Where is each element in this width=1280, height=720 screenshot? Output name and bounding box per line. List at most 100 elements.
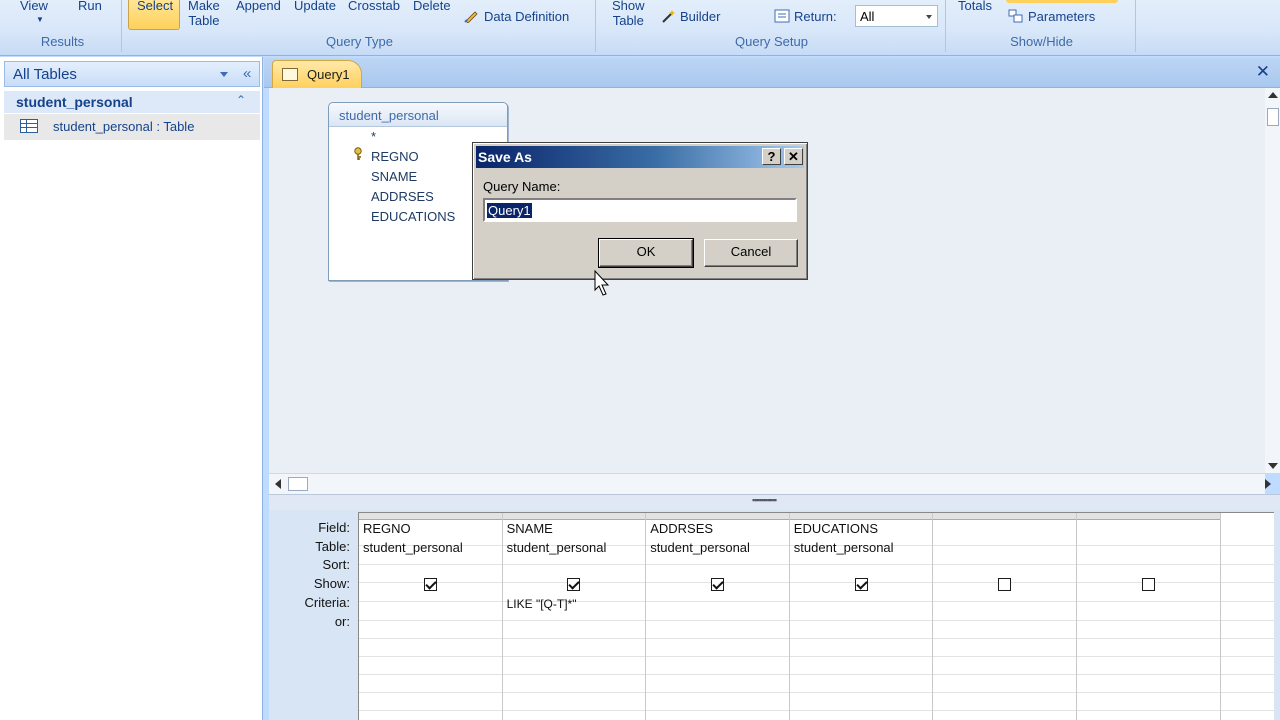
append-button[interactable]: Append xyxy=(236,0,281,13)
show-checkbox[interactable] xyxy=(998,578,1012,591)
show-checkbox[interactable] xyxy=(711,578,724,591)
query-design-grid[interactable]: REGNO student_personal SNAME student_person… xyxy=(358,512,1274,720)
parameters-label: Parameters xyxy=(1028,9,1096,24)
field-item-regno[interactable]: REGNO xyxy=(371,149,419,164)
return-select[interactable]: All xyxy=(855,5,938,27)
show-checkbox[interactable] xyxy=(567,578,581,591)
row-label-field: Field: xyxy=(318,520,350,535)
row-label-or: or: xyxy=(334,614,350,629)
table-cell[interactable]: student_personal xyxy=(650,540,750,555)
run-button[interactable]: Run xyxy=(78,0,102,13)
criteria-cell[interactable]: LIKE "[Q-T]*" xyxy=(507,597,577,611)
view-button[interactable]: View xyxy=(20,0,48,13)
data-definition-button[interactable]: Data Definition xyxy=(464,9,569,24)
pencil-icon xyxy=(464,11,478,23)
splitter-grip-icon[interactable]: ▪▪▪▪▪▪▪▪▪▪▪ xyxy=(752,495,777,505)
show-hide-group-label: Show/Hide xyxy=(1010,34,1073,49)
chevron-down-icon[interactable] xyxy=(220,72,228,77)
vertical-scrollbar[interactable] xyxy=(1265,88,1280,473)
results-group: View ▼ Run Results xyxy=(4,0,122,52)
parameters-button[interactable]: Parameters xyxy=(1008,9,1095,24)
show-table-label-1: Show xyxy=(612,0,645,13)
show-hide-group: Totals Parameters Show/Hide xyxy=(948,0,1136,52)
query-name-label: Query Name: xyxy=(483,179,561,194)
scroll-thumb[interactable] xyxy=(288,477,308,491)
nav-item-student-personal-table[interactable]: student_personal : Table xyxy=(4,114,260,140)
show-checkbox[interactable] xyxy=(423,578,437,591)
chevron-down-icon xyxy=(926,15,932,19)
data-definition-label: Data Definition xyxy=(484,9,570,24)
field-cell[interactable]: REGNO xyxy=(363,521,411,536)
nav-item-label: student_personal : Table xyxy=(53,119,195,134)
scroll-up-icon[interactable] xyxy=(1268,92,1278,98)
totals-button[interactable]: Totals xyxy=(958,0,992,13)
help-icon[interactable]: ? xyxy=(762,148,781,165)
nav-group-student-personal[interactable]: student_personal ⌃ xyxy=(4,91,260,113)
select-button-label: Select xyxy=(137,0,174,13)
query-icon xyxy=(282,68,298,81)
row-label-show: Show: xyxy=(313,576,350,591)
field-cell[interactable]: SNAME xyxy=(507,521,553,536)
make-table-button[interactable]: Make Table xyxy=(188,0,220,28)
tab-query1[interactable]: Query1 xyxy=(272,60,362,89)
table-icon xyxy=(20,119,38,133)
active-button-highlight xyxy=(1006,0,1118,3)
navigation-pane: All Tables « student_personal ⌃ student_… xyxy=(0,57,263,720)
cancel-button[interactable]: Cancel xyxy=(704,239,798,267)
builder-button[interactable]: Builder xyxy=(660,9,720,24)
chevron-up-icon[interactable]: ⌃ xyxy=(236,93,246,107)
delete-button[interactable]: Delete xyxy=(413,0,451,13)
query-name-value: Query1 xyxy=(487,203,532,218)
horizontal-scrollbar[interactable] xyxy=(269,474,1271,494)
wand-icon xyxy=(662,10,675,23)
field-cell[interactable]: ADDRSES xyxy=(650,521,713,536)
dialog-title-bar[interactable]: Save As ? ✕ xyxy=(476,146,804,168)
show-checkbox[interactable] xyxy=(1141,578,1155,591)
grid-column[interactable] xyxy=(933,513,1077,720)
query-name-input[interactable]: Query1 xyxy=(483,198,797,222)
builder-label: Builder xyxy=(680,9,721,24)
make-table-label-1: Make xyxy=(188,0,220,13)
select-button[interactable]: Select xyxy=(128,0,180,30)
close-icon[interactable]: ✕ xyxy=(784,148,803,165)
scroll-right-icon[interactable] xyxy=(1265,479,1271,489)
scroll-thumb[interactable] xyxy=(1267,108,1279,126)
chevron-down-icon: ▼ xyxy=(36,15,44,24)
collapse-pane-icon[interactable]: « xyxy=(243,65,251,82)
field-item-sname[interactable]: SNAME xyxy=(371,169,417,184)
show-table-label-2: Table xyxy=(612,13,644,28)
query-type-group: Select Make Table Append Update Crosstab … xyxy=(124,0,596,52)
results-group-label: Results xyxy=(40,34,85,49)
field-list-title: student_personal xyxy=(339,108,439,123)
field-cell[interactable]: EDUCATIONS xyxy=(794,521,878,536)
close-icon[interactable]: ✕ xyxy=(1256,62,1270,82)
return-label-text: Return: xyxy=(794,9,837,24)
table-cell[interactable]: student_personal xyxy=(507,540,607,555)
table-cell[interactable]: student_personal xyxy=(363,540,463,555)
pane-splitter[interactable]: ▪▪▪▪▪▪▪▪▪▪▪ xyxy=(269,494,1280,510)
query-setup-group-label: Query Setup xyxy=(735,34,808,49)
return-label: Return: xyxy=(774,9,837,24)
save-as-dialog: Save As ? ✕ Query Name: Query1 OK Cancel xyxy=(472,142,808,280)
scroll-down-icon[interactable] xyxy=(1268,463,1278,469)
crosstab-button[interactable]: Crosstab xyxy=(348,0,400,13)
update-button[interactable]: Update xyxy=(294,0,336,13)
nav-pane-header[interactable]: All Tables « xyxy=(4,61,260,87)
field-item-all[interactable]: * xyxy=(371,129,376,144)
grid-column[interactable] xyxy=(1077,513,1221,720)
show-checkbox[interactable] xyxy=(854,578,868,591)
scroll-left-icon[interactable] xyxy=(275,479,281,489)
row-label-table: Table: xyxy=(315,539,350,554)
row-label-sort: Sort: xyxy=(322,557,350,572)
primary-key-icon xyxy=(354,147,362,160)
show-table-button[interactable]: Show Table xyxy=(612,0,645,28)
field-list-title-bar[interactable]: student_personal xyxy=(329,103,507,127)
parameters-icon xyxy=(1008,9,1023,23)
field-item-addrses[interactable]: ADDRSES xyxy=(371,189,434,204)
field-item-educations[interactable]: EDUCATIONS xyxy=(371,209,455,224)
return-icon xyxy=(774,9,790,23)
ribbon: View ▼ Run Results Select Make Table Appe… xyxy=(0,0,1280,56)
table-cell[interactable]: student_personal xyxy=(794,540,894,555)
ok-button[interactable]: OK xyxy=(598,238,694,268)
mouse-cursor-icon xyxy=(594,270,610,296)
